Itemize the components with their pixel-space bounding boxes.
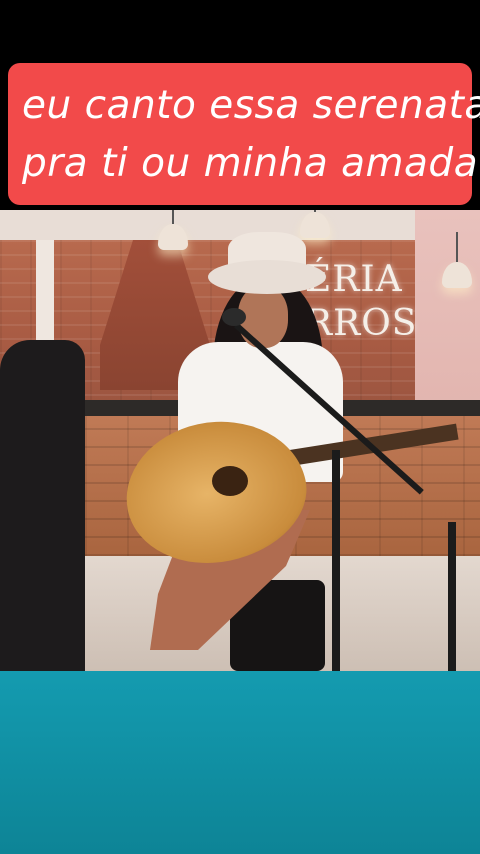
caption-overlay: eu canto essa serenata pra ti ou minha a… (8, 63, 480, 205)
video-screen[interactable]: eu canto essa serenata pra ti ou minha a… (0, 0, 480, 854)
caption-line-2: pra ti ou minha amada (22, 141, 479, 186)
music-stand (448, 522, 456, 671)
hat-brim (208, 260, 326, 294)
video-frame[interactable]: ÉRIA RROS (0, 210, 480, 671)
side-musician (0, 340, 85, 671)
sign-line-2: RROS (305, 303, 418, 344)
mic-stand (332, 450, 340, 671)
bottom-panel (0, 671, 480, 854)
guitar-soundhole (212, 466, 248, 496)
microphone-icon (222, 308, 246, 326)
caption-line-1: eu canto essa serenata (22, 83, 480, 128)
